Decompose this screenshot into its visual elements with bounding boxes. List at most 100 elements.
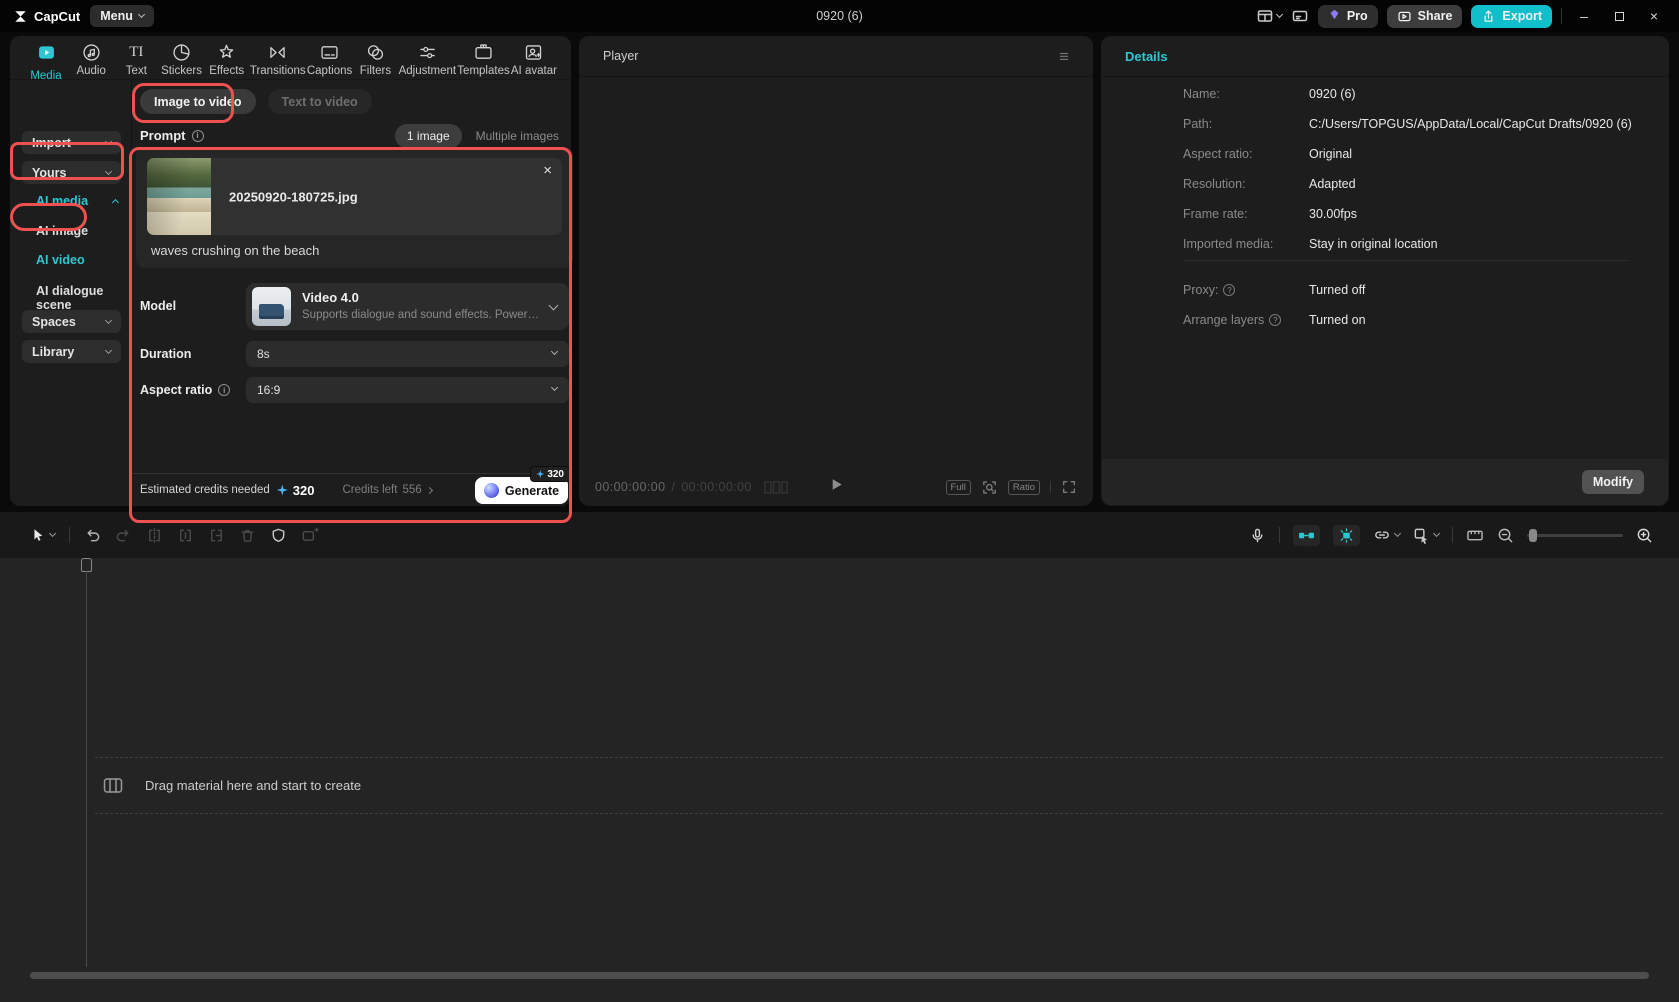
timeline-zoom-slider[interactable] <box>1527 534 1623 537</box>
playhead-line <box>86 571 87 967</box>
tab-ai-avatar[interactable]: AI avatar <box>511 42 557 79</box>
detail-label: Path: <box>1183 117 1212 131</box>
title-bar: CapCut Menu 0920 (6) Pro <box>0 0 1679 32</box>
export-button[interactable]: Export <box>1471 5 1552 28</box>
timeline-toolbar-right <box>1249 512 1653 558</box>
duration-select[interactable]: 8s <box>246 341 569 367</box>
tab-label: Audio <box>76 65 105 77</box>
generate-button[interactable]: Generate 320 <box>475 477 568 504</box>
sidebar-item-yours[interactable]: Yours <box>22 161 121 184</box>
zoom-in-icon[interactable] <box>1636 527 1653 544</box>
layout-switcher-button[interactable] <box>1256 7 1282 25</box>
timeline-toolbar <box>0 512 1679 558</box>
share-button[interactable]: Share <box>1387 5 1463 28</box>
image-to-video-tab[interactable]: Image to video <box>140 89 256 114</box>
sidebar-item-spaces[interactable]: Spaces <box>22 310 121 333</box>
details-row-imported-media: Imported media: Stay in original locatio… <box>1101 237 1669 253</box>
tab-captions[interactable]: Captions <box>307 42 352 79</box>
player-menu-icon[interactable]: ≡ <box>1059 48 1069 65</box>
share-icon <box>1397 9 1412 24</box>
multiple-images-tab[interactable]: Multiple images <box>476 129 559 143</box>
tab-transitions[interactable]: Transitions <box>250 42 306 79</box>
tab-label: Adjustment <box>399 65 457 77</box>
details-row-path: Path: C:/Users/TOPGUS/AppData/Local/CapC… <box>1101 117 1669 133</box>
one-image-tab[interactable]: 1 image <box>395 124 462 148</box>
aspect-ratio-select[interactable]: 16:9 <box>246 377 569 403</box>
auto-select-button[interactable] <box>1413 527 1439 544</box>
tab-label: Filters <box>360 65 391 77</box>
maximize-button[interactable] <box>1606 0 1632 32</box>
undo-button[interactable] <box>84 527 101 544</box>
sidebar-item-ai-media[interactable]: AI media <box>36 194 88 208</box>
play-button[interactable] <box>828 476 845 498</box>
record-audio-button[interactable] <box>1249 527 1266 544</box>
fullscreen-icon[interactable] <box>1061 479 1077 495</box>
delete-right-button[interactable] <box>208 527 225 544</box>
delete-left-button[interactable] <box>177 527 194 544</box>
zoom-slider-handle[interactable] <box>1529 529 1537 542</box>
horizontal-scrollbar[interactable] <box>30 972 1649 979</box>
model-thumbnail <box>252 287 291 326</box>
redo-button[interactable] <box>115 527 132 544</box>
playhead[interactable] <box>81 558 92 572</box>
details-footer: Modify <box>1102 459 1668 505</box>
toolbar-divider <box>1452 527 1453 543</box>
playhead-handle[interactable] <box>81 558 92 572</box>
timeline-preview-button[interactable] <box>1466 528 1484 543</box>
aspect-ratio-value: 16:9 <box>257 383 280 397</box>
modify-button[interactable]: Modify <box>1582 470 1644 494</box>
sidebar-item-import[interactable]: Import <box>22 131 121 154</box>
remove-image-icon[interactable]: × <box>543 162 552 179</box>
sidebar-item-ai-dialogue-scene[interactable]: AI dialogue scene <box>36 284 131 312</box>
auto-snap-button[interactable] <box>1333 525 1360 546</box>
tab-audio[interactable]: Audio <box>69 42 113 79</box>
timeline-drop-zone[interactable]: Drag material here and start to create <box>95 757 1663 814</box>
model-select[interactable]: Video 4.0 Supports dialogue and sound ef… <box>246 283 569 330</box>
tab-templates[interactable]: Templates <box>457 42 509 79</box>
split-button[interactable] <box>146 527 163 544</box>
tab-text[interactable]: TI Text <box>114 42 158 79</box>
minimize-button[interactable]: – <box>1571 0 1597 32</box>
select-tool-button[interactable] <box>30 527 55 543</box>
panel-toggle-button[interactable] <box>1291 7 1309 25</box>
sidebar-item-label: Yours <box>32 166 67 180</box>
pro-button[interactable]: Pro <box>1318 5 1378 28</box>
tab-stickers[interactable]: Stickers <box>160 42 204 79</box>
info-icon[interactable] <box>218 384 230 396</box>
tab-effects[interactable]: Effects <box>205 42 249 79</box>
sidebar-item-ai-image[interactable]: AI image <box>36 224 88 238</box>
uploaded-image-thumbnail <box>147 158 211 235</box>
tab-media[interactable]: Media <box>24 42 68 79</box>
help-icon[interactable] <box>1269 314 1281 326</box>
link-button[interactable] <box>1373 527 1400 543</box>
overwrite-button[interactable] <box>301 527 319 544</box>
info-icon[interactable] <box>192 130 204 142</box>
tab-filters[interactable]: Filters <box>353 42 397 79</box>
duration-label: Duration <box>140 347 191 361</box>
tab-adjustment[interactable]: Adjustment <box>399 42 457 79</box>
ratio-button[interactable]: Ratio <box>1008 480 1040 495</box>
sidebar-item-library[interactable]: Library <box>22 340 121 363</box>
detail-value: C:/Users/TOPGUS/AppData/Local/CapCut Dra… <box>1309 117 1632 131</box>
close-button[interactable]: × <box>1641 0 1667 32</box>
timeline-panel: Drag material here and start to create <box>0 512 1679 1002</box>
player-title: Player <box>603 49 638 63</box>
text-to-video-tab[interactable]: Text to video <box>268 89 372 114</box>
total-time: 00:00:00:00 <box>681 480 751 494</box>
help-icon[interactable] <box>1223 284 1235 296</box>
menu-button[interactable]: Menu <box>90 5 154 27</box>
fit-to-screen-icon[interactable] <box>981 479 998 496</box>
prompt-label-text: Prompt <box>140 128 186 143</box>
magnetic-snap-button[interactable] <box>1293 525 1320 546</box>
detail-label: Arrange layers <box>1183 313 1281 327</box>
chevron-down-icon <box>49 530 56 537</box>
full-preview-button[interactable]: Full <box>946 480 971 495</box>
prompt-input-area[interactable]: 20250920-180725.jpg × waves crushing on … <box>136 147 573 268</box>
sidebar-item-ai-video[interactable]: AI video <box>36 253 85 267</box>
prompt-text[interactable]: waves crushing on the beach <box>151 243 319 258</box>
mask-button[interactable] <box>270 527 287 544</box>
credits-left-link[interactable]: Credits left 556 <box>342 484 431 496</box>
film-icon <box>103 777 123 794</box>
delete-button[interactable] <box>239 527 256 544</box>
zoom-out-icon[interactable] <box>1497 527 1514 544</box>
